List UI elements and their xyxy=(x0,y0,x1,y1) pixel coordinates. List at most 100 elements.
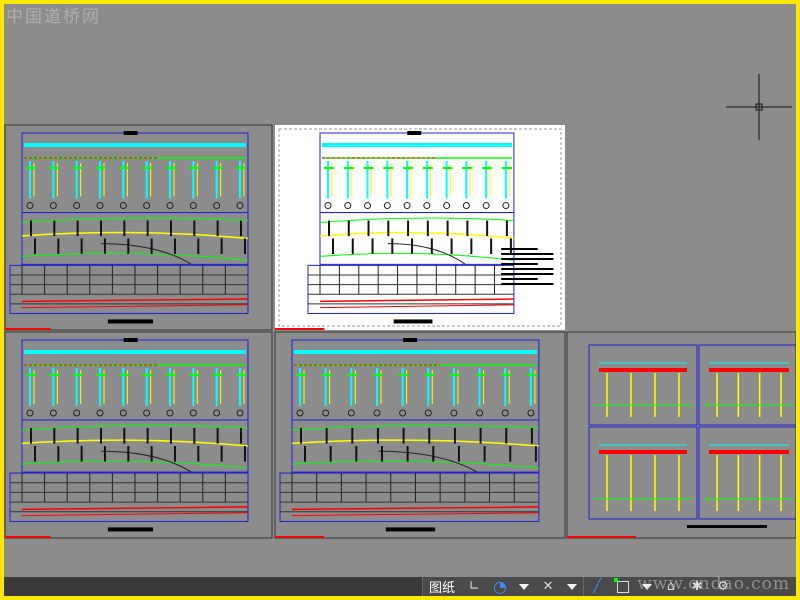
pier-mark xyxy=(243,238,246,254)
pier-mark xyxy=(169,220,172,237)
pier-mark xyxy=(479,427,482,444)
pier-mark xyxy=(103,238,106,254)
pier-mark xyxy=(300,427,302,444)
pier-mark xyxy=(220,446,223,462)
pier-mark xyxy=(103,446,106,462)
pier-mark xyxy=(402,427,405,444)
pier-mark xyxy=(127,238,130,254)
pier-mark xyxy=(483,446,486,462)
crosshair-cursor xyxy=(726,74,792,140)
pier-mark xyxy=(30,427,32,444)
pier-mark xyxy=(380,446,383,462)
pier-mark xyxy=(193,220,196,237)
pier-mark xyxy=(193,427,196,444)
pier-mark xyxy=(351,238,354,254)
pier-mark xyxy=(123,427,126,444)
pier-mark xyxy=(411,238,414,254)
pier-mark xyxy=(57,238,60,254)
pier-mark xyxy=(57,446,60,462)
layout-toggle[interactable]: 图纸 xyxy=(429,577,455,596)
pier-mark xyxy=(486,220,489,237)
pier-mark xyxy=(332,238,334,254)
watermark-top: 中国道桥网 xyxy=(6,7,101,27)
pier-mark xyxy=(99,220,102,237)
pier-mark xyxy=(146,427,149,444)
pier-mark xyxy=(123,220,126,237)
divider xyxy=(583,577,585,596)
drawing-sheet xyxy=(4,124,273,331)
pier-mark xyxy=(505,220,508,237)
sheet-red-mark xyxy=(567,536,636,538)
pier-mark xyxy=(239,220,242,237)
drawing-canvas[interactable] xyxy=(4,4,796,596)
sheet-title xyxy=(107,319,154,324)
title-block xyxy=(123,338,138,342)
drawing-sheet xyxy=(566,331,796,539)
notes-text xyxy=(501,258,554,260)
sheet-red-mark xyxy=(275,536,325,538)
notes-text xyxy=(501,278,538,280)
drawing-sheet xyxy=(275,125,565,330)
pier-mark xyxy=(80,446,83,462)
pier-mark xyxy=(197,446,200,462)
status-left-area xyxy=(4,577,422,596)
pier-mark xyxy=(367,220,370,237)
pier-mark xyxy=(470,238,473,254)
pier-mark xyxy=(220,238,223,254)
drawing-sheet xyxy=(4,331,273,539)
pier-mark xyxy=(426,220,429,237)
notes-text xyxy=(501,273,554,275)
pier-mark xyxy=(216,220,219,237)
pier-mark xyxy=(351,427,354,444)
pier-mark xyxy=(450,238,453,254)
pier-mark xyxy=(453,427,456,444)
osnap-dropdown[interactable] xyxy=(567,583,578,590)
pier-mark xyxy=(391,238,394,254)
pier-mark xyxy=(490,238,493,254)
pier-mark xyxy=(355,446,358,462)
polar-tracking-icon[interactable]: ◔ xyxy=(491,577,509,596)
sheet-red-mark xyxy=(5,536,51,538)
watermark-bottom: www.cndao.com xyxy=(637,574,790,594)
pier-mark xyxy=(76,220,79,237)
pier-mark xyxy=(150,238,153,254)
notes-text xyxy=(501,268,554,270)
sheet-title xyxy=(107,527,154,532)
pier-mark xyxy=(173,446,176,462)
model-viewport[interactable]: 中国道桥网 www.cndao.com 图纸 ∟ ◔ ✕ ╱ ⌂ ✱ ⚙ xyxy=(4,4,796,596)
pier-mark xyxy=(406,446,409,462)
pier-mark xyxy=(150,446,153,462)
title-block xyxy=(407,131,422,135)
pier-mark xyxy=(505,427,508,444)
pier-mark xyxy=(53,427,56,444)
sheet-title xyxy=(687,525,767,528)
polar-dropdown[interactable] xyxy=(519,583,530,590)
pier-mark xyxy=(146,220,149,237)
pier-mark xyxy=(466,220,469,237)
pier-mark xyxy=(329,446,332,462)
object-snap-icon[interactable]: ✕ xyxy=(539,578,557,596)
title-block xyxy=(403,338,418,342)
sheet-red-mark xyxy=(275,328,325,330)
pier-mark xyxy=(304,446,306,462)
notes-text xyxy=(501,248,538,250)
notes-text xyxy=(501,283,554,285)
notes-text xyxy=(501,263,538,265)
pier-mark xyxy=(509,238,512,254)
notes-text xyxy=(501,253,554,255)
lineweight-icon[interactable]: ╱ xyxy=(588,578,606,596)
pier-mark xyxy=(407,220,410,237)
pier-mark xyxy=(376,427,379,444)
pier-mark xyxy=(387,220,390,237)
selection-cycling-icon[interactable] xyxy=(614,577,632,596)
pier-mark xyxy=(530,427,533,444)
snap-mode-icon[interactable]: ∟ xyxy=(465,578,483,596)
pier-mark xyxy=(34,238,36,254)
pier-mark xyxy=(371,238,374,254)
pier-mark xyxy=(534,446,537,462)
sheet-red-mark xyxy=(5,328,51,330)
pier-mark xyxy=(430,238,433,254)
pier-mark xyxy=(80,238,83,254)
pier-mark xyxy=(99,427,102,444)
pier-mark xyxy=(76,427,79,444)
